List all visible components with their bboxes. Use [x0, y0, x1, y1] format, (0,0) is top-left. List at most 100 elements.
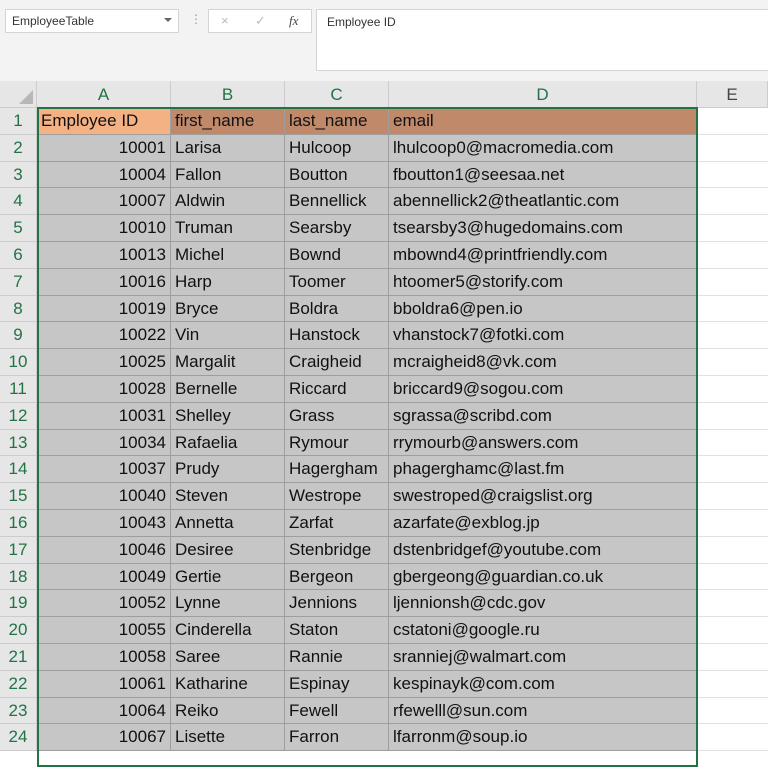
empty-cell[interactable] [697, 188, 768, 216]
last-name-cell[interactable]: Hagergham [285, 456, 389, 484]
email-cell[interactable]: bboldra6@pen.io [389, 295, 697, 323]
employee-id-cell[interactable]: 10040 [37, 483, 171, 510]
empty-cell[interactable] [697, 670, 768, 698]
row-header[interactable]: 16 [0, 510, 37, 537]
empty-cell[interactable] [697, 322, 768, 350]
empty-cell[interactable] [697, 510, 768, 537]
column-header-b[interactable]: B [171, 81, 285, 108]
select-all-button[interactable] [0, 81, 37, 108]
employee-id-cell[interactable]: 10055 [37, 617, 171, 644]
employee-id-cell[interactable]: 10046 [37, 536, 171, 564]
email-cell[interactable]: tsearsby3@hugedomains.com [389, 215, 697, 242]
last-name-cell[interactable]: Bennellick [285, 188, 389, 216]
empty-cell[interactable] [697, 402, 768, 430]
email-cell[interactable]: phagerghamc@last.fm [389, 456, 697, 484]
first-name-cell[interactable]: Fallon [171, 161, 285, 189]
last-name-cell[interactable]: Stenbridge [285, 536, 389, 564]
last-name-cell[interactable]: last_name [285, 108, 389, 135]
empty-cell[interactable] [697, 697, 768, 725]
empty-cell[interactable] [697, 617, 768, 644]
employee-id-cell[interactable]: 10037 [37, 456, 171, 484]
employee-id-cell[interactable]: 10034 [37, 429, 171, 457]
first-name-cell[interactable]: Katharine [171, 670, 285, 698]
last-name-cell[interactable]: Rannie [285, 644, 389, 671]
last-name-cell[interactable]: Westrope [285, 483, 389, 510]
employee-id-cell[interactable]: 10016 [37, 268, 171, 296]
email-cell[interactable]: htoomer5@storify.com [389, 268, 697, 296]
first-name-cell[interactable]: Reiko [171, 697, 285, 725]
first-name-cell[interactable]: Truman [171, 215, 285, 242]
empty-cell[interactable] [697, 376, 768, 403]
empty-cell[interactable] [697, 242, 768, 269]
employee-id-cell[interactable]: 10049 [37, 563, 171, 591]
row-header[interactable]: 23 [0, 697, 37, 725]
empty-cell[interactable] [697, 349, 768, 376]
email-cell[interactable]: dstenbridgef@youtube.com [389, 536, 697, 564]
last-name-cell[interactable]: Riccard [285, 376, 389, 403]
email-cell[interactable]: ljennionsh@cdc.gov [389, 590, 697, 618]
first-name-cell[interactable]: Aldwin [171, 188, 285, 216]
empty-cell[interactable] [697, 134, 768, 162]
row-header[interactable]: 11 [0, 376, 37, 403]
column-header-a[interactable]: A [37, 81, 171, 108]
row-header[interactable]: 21 [0, 644, 37, 671]
last-name-cell[interactable]: Boldra [285, 295, 389, 323]
first-name-cell[interactable]: Vin [171, 322, 285, 350]
first-name-cell[interactable]: Michel [171, 242, 285, 269]
row-header[interactable]: 13 [0, 429, 37, 457]
row-header[interactable]: 2 [0, 134, 37, 162]
email-cell[interactable]: rrymourb@answers.com [389, 429, 697, 457]
email-cell[interactable]: mcraigheid8@vk.com [389, 349, 697, 376]
employee-id-cell[interactable]: 10007 [37, 188, 171, 216]
email-cell[interactable]: fboutton1@seesaa.net [389, 161, 697, 189]
employee-id-cell[interactable]: Employee ID [37, 108, 171, 135]
row-header[interactable]: 19 [0, 590, 37, 618]
row-header[interactable]: 8 [0, 295, 37, 323]
last-name-cell[interactable]: Toomer [285, 268, 389, 296]
first-name-cell[interactable]: Rafaelia [171, 429, 285, 457]
first-name-cell[interactable]: Steven [171, 483, 285, 510]
employee-id-cell[interactable]: 10019 [37, 295, 171, 323]
empty-cell[interactable] [697, 644, 768, 671]
last-name-cell[interactable]: Hulcoop [285, 134, 389, 162]
empty-cell[interactable] [697, 563, 768, 591]
row-header[interactable]: 3 [0, 161, 37, 189]
empty-cell[interactable] [697, 268, 768, 296]
last-name-cell[interactable]: Bergeon [285, 563, 389, 591]
email-cell[interactable]: lhulcoop0@macromedia.com [389, 134, 697, 162]
empty-cell[interactable] [697, 456, 768, 484]
row-header[interactable]: 7 [0, 268, 37, 296]
employee-id-cell[interactable]: 10064 [37, 697, 171, 725]
employee-id-cell[interactable]: 10022 [37, 322, 171, 350]
last-name-cell[interactable]: Bownd [285, 242, 389, 269]
row-header[interactable]: 17 [0, 536, 37, 564]
row-header[interactable]: 12 [0, 402, 37, 430]
name-box[interactable]: EmployeeTable [5, 9, 179, 33]
row-header[interactable]: 4 [0, 188, 37, 216]
employee-id-cell[interactable]: 10058 [37, 644, 171, 671]
first-name-cell[interactable]: Bernelle [171, 376, 285, 403]
email-cell[interactable]: sranniej@walmart.com [389, 644, 697, 671]
empty-cell[interactable] [697, 536, 768, 564]
empty-cell[interactable] [697, 429, 768, 457]
last-name-cell[interactable]: Searsby [285, 215, 389, 242]
email-cell[interactable]: vhanstock7@fotki.com [389, 322, 697, 350]
formula-input[interactable]: Employee ID [316, 9, 768, 71]
row-header[interactable]: 10 [0, 349, 37, 376]
last-name-cell[interactable]: Rymour [285, 429, 389, 457]
empty-cell[interactable] [697, 483, 768, 510]
row-header[interactable]: 1 [0, 108, 37, 135]
employee-id-cell[interactable]: 10025 [37, 349, 171, 376]
first-name-cell[interactable]: Cinderella [171, 617, 285, 644]
first-name-cell[interactable]: Shelley [171, 402, 285, 430]
row-header[interactable]: 22 [0, 670, 37, 698]
first-name-cell[interactable]: Bryce [171, 295, 285, 323]
column-header-e[interactable]: E [697, 81, 768, 108]
row-header[interactable]: 9 [0, 322, 37, 350]
last-name-cell[interactable]: Espinay [285, 670, 389, 698]
email-cell[interactable]: azarfate@exblog.jp [389, 510, 697, 537]
email-cell[interactable]: abennellick2@theatlantic.com [389, 188, 697, 216]
employee-id-cell[interactable]: 10004 [37, 161, 171, 189]
last-name-cell[interactable]: Fewell [285, 697, 389, 725]
empty-cell[interactable] [697, 215, 768, 242]
